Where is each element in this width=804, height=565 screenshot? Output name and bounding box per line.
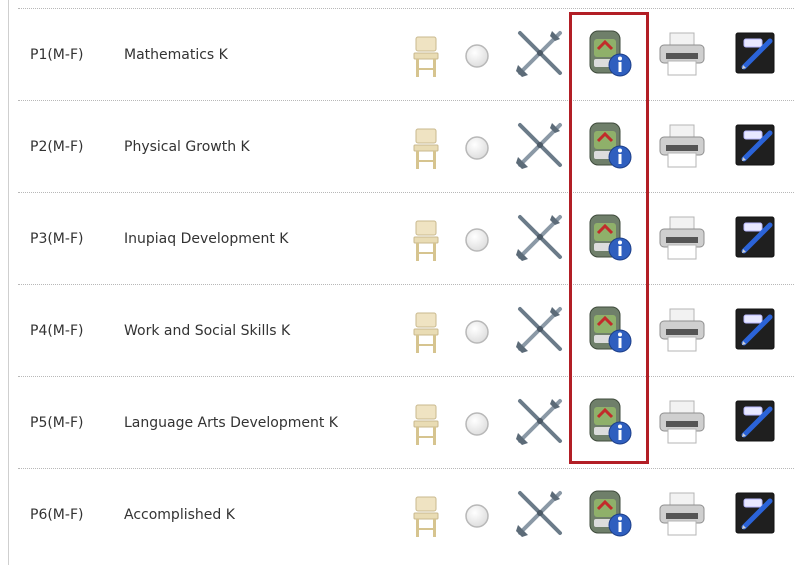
- tools-icon[interactable]: [514, 487, 566, 539]
- period-label: P5(M-F): [30, 415, 84, 431]
- schedule-row: P4(M-F) Work and Social Skills K: [18, 284, 794, 377]
- printer-icon[interactable]: [656, 399, 708, 445]
- period-label: P4(M-F): [30, 323, 84, 339]
- course-title: Work and Social Skills K: [124, 323, 291, 339]
- radio-button[interactable]: [464, 503, 490, 529]
- chair-icon[interactable]: [410, 219, 442, 263]
- course-title: Language Arts Development K: [124, 415, 338, 431]
- notebook-pen-icon[interactable]: [730, 487, 782, 539]
- chair-icon[interactable]: [410, 35, 442, 79]
- course-title: Inupiaq Development K: [124, 231, 289, 247]
- schedule-row: P3(M-F) Inupiaq Development K: [18, 192, 794, 285]
- backpack-info-icon[interactable]: [582, 119, 634, 171]
- period-label: P1(M-F): [30, 47, 84, 63]
- chair-icon[interactable]: [410, 127, 442, 171]
- notebook-pen-icon[interactable]: [730, 395, 782, 447]
- chair-icon[interactable]: [410, 403, 442, 447]
- printer-icon[interactable]: [656, 215, 708, 261]
- notebook-pen-icon[interactable]: [730, 27, 782, 79]
- tools-icon[interactable]: [514, 303, 566, 355]
- tools-icon[interactable]: [514, 27, 566, 79]
- backpack-info-icon[interactable]: [582, 395, 634, 447]
- notebook-pen-icon[interactable]: [730, 119, 782, 171]
- tools-icon[interactable]: [514, 119, 566, 171]
- printer-icon[interactable]: [656, 307, 708, 353]
- printer-icon[interactable]: [656, 31, 708, 77]
- notebook-pen-icon[interactable]: [730, 211, 782, 263]
- schedule-row: P5(M-F) Language Arts Development K: [18, 376, 794, 469]
- period-label: P3(M-F): [30, 231, 84, 247]
- course-title: Physical Growth K: [124, 139, 250, 155]
- radio-button[interactable]: [464, 227, 490, 253]
- printer-icon[interactable]: [656, 123, 708, 169]
- tools-icon[interactable]: [514, 395, 566, 447]
- backpack-info-icon[interactable]: [582, 211, 634, 263]
- period-label: P6(M-F): [30, 507, 84, 523]
- chair-icon[interactable]: [410, 495, 442, 539]
- radio-button[interactable]: [464, 319, 490, 345]
- radio-button[interactable]: [464, 411, 490, 437]
- backpack-info-icon[interactable]: [582, 303, 634, 355]
- schedule-row: P1(M-F) Mathematics K: [18, 8, 794, 101]
- chair-icon[interactable]: [410, 311, 442, 355]
- schedule-row: P2(M-F) Physical Growth K: [18, 100, 794, 193]
- course-title: Accomplished K: [124, 507, 235, 523]
- course-title: Mathematics K: [124, 47, 228, 63]
- radio-button[interactable]: [464, 135, 490, 161]
- backpack-info-icon[interactable]: [582, 487, 634, 539]
- backpack-info-icon[interactable]: [582, 27, 634, 79]
- schedule-row: P6(M-F) Accomplished K: [18, 468, 794, 561]
- notebook-pen-icon[interactable]: [730, 303, 782, 355]
- period-label: P2(M-F): [30, 139, 84, 155]
- printer-icon[interactable]: [656, 491, 708, 537]
- tools-icon[interactable]: [514, 211, 566, 263]
- radio-button[interactable]: [464, 43, 490, 69]
